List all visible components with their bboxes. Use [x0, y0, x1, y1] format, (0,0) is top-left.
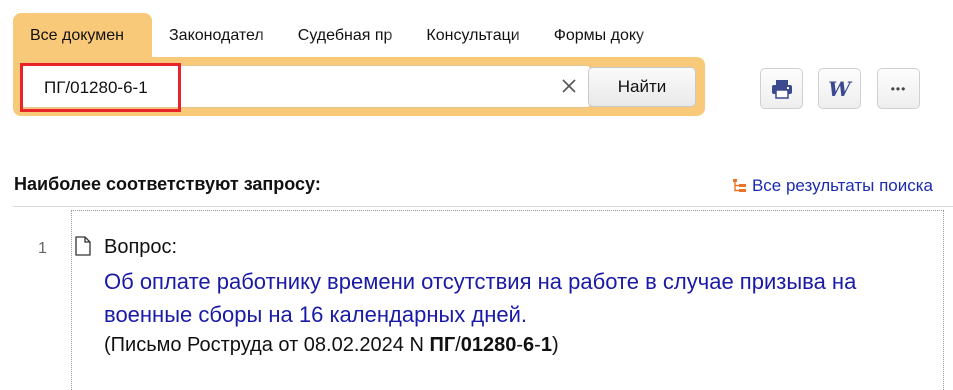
source-part: -	[534, 334, 541, 356]
close-icon[interactable]	[558, 76, 580, 98]
word-export-button[interactable]: W	[818, 68, 861, 109]
source-prefix: (Письмо Роструда от 08.02.2024 N	[104, 334, 430, 356]
source-part: 6	[523, 334, 535, 356]
search-bar: ПГ/01280-6-1 Найти	[13, 57, 705, 116]
all-results-label: Все результаты поиска	[751, 176, 933, 195]
printer-icon	[771, 79, 792, 99]
divider	[13, 206, 953, 207]
tab-bar: Все докумен Законодател Судебная пр Конс…	[13, 13, 662, 58]
source-part: 01280	[460, 334, 517, 356]
document-icon	[75, 236, 91, 261]
document-source: (Письмо Роструда от 08.02.2024 N ПГ/0128…	[104, 334, 559, 357]
all-results-link[interactable]: Все результаты поиска	[732, 176, 933, 196]
source-part: ПГ	[429, 334, 456, 356]
tree-list-icon	[732, 179, 746, 192]
result-number: 1	[38, 240, 47, 257]
tab-court-practice[interactable]: Судебная пр	[281, 13, 410, 58]
search-query-text: ПГ/01280-6-1	[44, 78, 148, 97]
tab-consultations[interactable]: Консультаци	[409, 13, 537, 58]
more-icon: •••	[890, 81, 907, 96]
print-button[interactable]	[760, 68, 803, 109]
clear-x-shape	[562, 79, 576, 93]
search-input[interactable]: ПГ/01280-6-1	[20, 63, 591, 112]
word-icon: W	[828, 76, 851, 101]
more-button[interactable]: •••	[877, 68, 920, 109]
find-button[interactable]: Найти	[588, 67, 696, 107]
document-title-link[interactable]: Об оплате работнику времени отсутствия н…	[104, 265, 884, 331]
source-part: 1	[540, 334, 552, 356]
tab-all-documents[interactable]: Все докумен	[13, 13, 152, 58]
document-type: Вопрос:	[104, 236, 178, 258]
tab-document-forms[interactable]: Формы доку	[537, 13, 662, 58]
tab-legislation[interactable]: Законодател	[152, 13, 281, 58]
source-suffix: )	[551, 334, 559, 356]
results-heading: Наиболее соответствуют запросу:	[14, 174, 321, 194]
